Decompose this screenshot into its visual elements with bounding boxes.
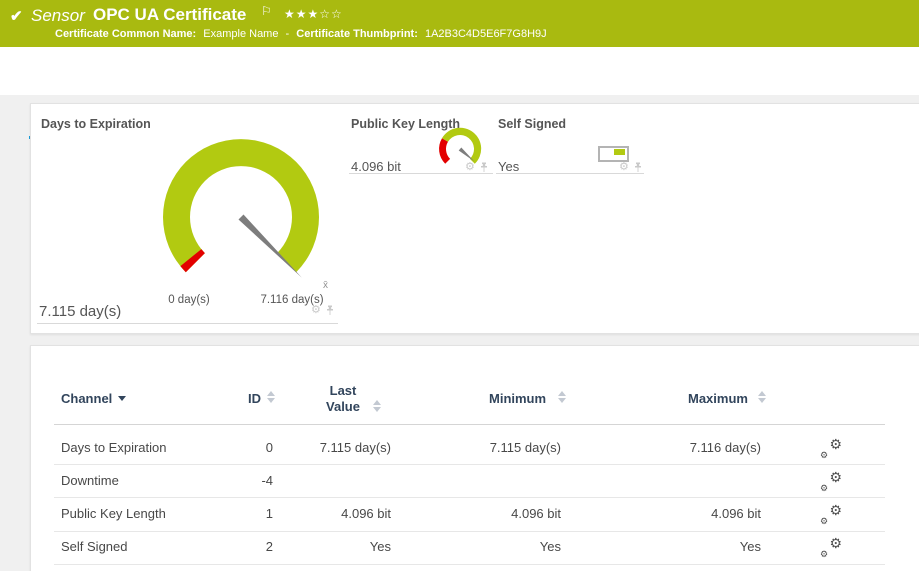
thumbprint-value: 1A2B3C4D5E6F7G8H9J <box>425 28 547 40</box>
channel-name: Self Signed <box>61 539 128 554</box>
channel-minimum: Yes <box>431 539 561 554</box>
gauge-days-title: Days to Expiration <box>41 117 151 131</box>
channel-pin-icon[interactable] <box>633 162 643 173</box>
common-name-label: Certificate Common Name: <box>55 28 196 40</box>
page-title: OPC UA Certificate <box>93 5 246 25</box>
gauge-cell-divider <box>37 323 338 324</box>
subtitle-dash: - <box>286 28 290 40</box>
gauge-cell-divider <box>496 173 644 174</box>
channel-maximum: 7.116 day(s) <box>631 440 761 455</box>
channel-pin-icon[interactable] <box>479 162 489 173</box>
sensor-kind-label: Sensor <box>31 6 85 26</box>
channel-last-value: 7.115 day(s) <box>271 440 391 455</box>
row-separator <box>54 464 885 465</box>
channel-maximum: Yes <box>631 539 761 554</box>
channel-name: Days to Expiration <box>61 440 167 455</box>
channel-pin-icon[interactable] <box>325 305 335 316</box>
channel-settings-icon[interactable]: ⚙⚙ <box>820 439 842 457</box>
gauge-cell-divider <box>349 173 493 174</box>
channel-settings-icon[interactable]: ⚙⚙ <box>820 538 842 556</box>
sensor-subtitle: Certificate Common Name: Example Name - … <box>55 28 551 40</box>
channel-settings-icon[interactable]: ⚙⚙ <box>820 505 842 523</box>
channel-id: -4 <box>211 473 273 488</box>
priority-flag-icon: ⚐ <box>261 4 272 18</box>
column-header-maximum-label: Maximum <box>688 391 748 406</box>
channel-id: 2 <box>211 539 273 554</box>
channels-table-panel: Channel ID Last Value Minimum Maximum Da… <box>30 345 919 571</box>
column-header-maximum[interactable]: Maximum <box>688 391 748 406</box>
channel-last-value: 4.096 bit <box>271 506 391 521</box>
sort-desc-icon <box>118 396 126 401</box>
mean-marker: x̄ <box>323 280 328 291</box>
channel-id: 1 <box>211 506 273 521</box>
status-ok-icon: ✔ <box>10 7 23 25</box>
channel-minimum: 7.115 day(s) <box>431 440 561 455</box>
channel-name: Downtime <box>61 473 119 488</box>
sort-icon[interactable] <box>758 391 766 403</box>
channel-settings-icon[interactable]: ⚙⚙ <box>820 472 842 490</box>
common-name-value: Example Name <box>203 28 278 40</box>
column-header-id[interactable]: ID <box>231 391 261 406</box>
stars-empty: ☆☆ <box>319 7 343 21</box>
row-separator <box>54 497 885 498</box>
sort-icon[interactable] <box>267 391 275 403</box>
column-header-channel[interactable]: Channel <box>61 391 126 406</box>
gauge-min-label: 0 day(s) <box>156 294 222 306</box>
self-signed-state-indicator <box>598 146 629 162</box>
sensor-header-bar: ✔ Sensor OPC UA Certificate ⚐ ★★★☆☆ Cert… <box>0 0 919 47</box>
channel-name: Public Key Length <box>61 506 166 521</box>
column-header-channel-label: Channel <box>61 391 112 406</box>
column-header-minimum-label: Minimum <box>489 391 546 406</box>
column-header-last-value[interactable]: Last Value <box>317 383 369 415</box>
gauge-arc <box>163 139 319 272</box>
sort-icon[interactable] <box>558 391 566 403</box>
days-to-expiration-gauge <box>153 131 343 299</box>
sort-icon[interactable] <box>373 400 381 412</box>
row-separator <box>54 564 885 565</box>
column-header-minimum[interactable]: Minimum <box>489 391 546 406</box>
channel-minimum: 4.096 bit <box>431 506 561 521</box>
priority-stars[interactable]: ★★★☆☆ <box>284 7 343 21</box>
toggle-on-block <box>614 149 625 155</box>
gauge-days-current-value: 7.115 day(s) <box>39 303 121 320</box>
thumbprint-label: Certificate Thumbprint: <box>296 28 418 40</box>
column-header-last-value-label: Last Value <box>326 383 360 414</box>
channel-id: 0 <box>211 440 273 455</box>
channel-maximum: 4.096 bit <box>631 506 761 521</box>
gauge-pkl-current-value: 4.096 bit <box>351 159 401 174</box>
gauge-self-signed-title: Self Signed <box>498 117 566 131</box>
stars-filled: ★★★ <box>284 7 319 21</box>
row-separator <box>54 531 885 532</box>
channel-last-value: Yes <box>271 539 391 554</box>
channel-gear-icon[interactable]: ⚙ <box>311 305 321 316</box>
gauges-panel: Days to Expiration x̄ 0 day(s) 7.116 day… <box>30 103 919 334</box>
table-header-divider <box>54 424 885 425</box>
column-header-id-label: ID <box>248 391 261 406</box>
gauge-red-zone <box>439 138 450 164</box>
gauge-self-signed-current-value: Yes <box>498 159 519 174</box>
prtg-sensor-page: ✔ Sensor OPC UA Certificate ⚐ ★★★☆☆ Cert… <box>0 0 919 571</box>
gauge-needle <box>459 148 475 162</box>
channel-gear-icon[interactable]: ⚙ <box>619 162 629 173</box>
tab-bar: Overview Live Data 2 days 30 days 365 da… <box>0 47 919 95</box>
channel-gear-icon[interactable]: ⚙ <box>465 162 475 173</box>
